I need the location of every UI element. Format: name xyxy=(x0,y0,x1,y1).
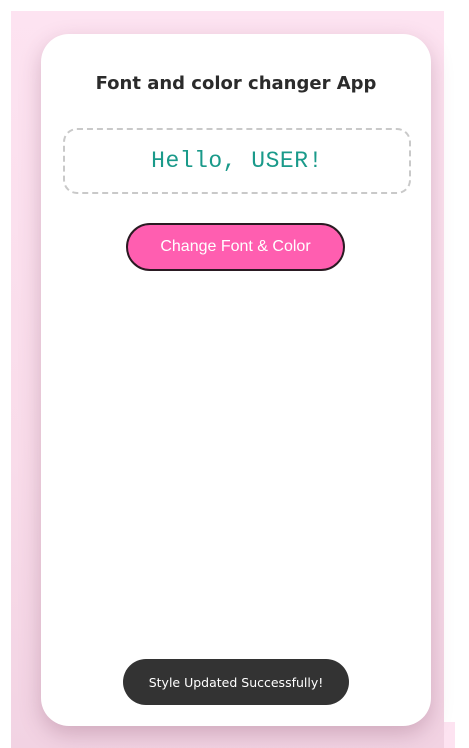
app-title: Font and color changer App xyxy=(95,73,377,94)
change-font-color-button[interactable]: Change Font & Color xyxy=(126,223,345,271)
app-card: Font and color changer App Hello, USER! … xyxy=(41,34,431,726)
greeting-text: Hello, USER! xyxy=(151,148,323,174)
greeting-box: Hello, USER! xyxy=(63,128,411,194)
page-background-edge xyxy=(444,722,455,748)
toast-notification: Style Updated Successfully! xyxy=(123,659,349,705)
